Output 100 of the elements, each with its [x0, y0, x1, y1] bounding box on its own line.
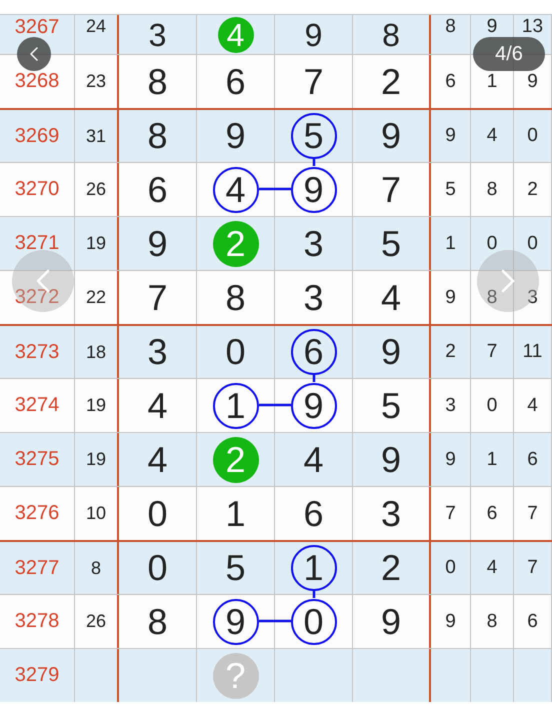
digit: 9	[380, 438, 402, 482]
highlighted-digit: 2	[212, 436, 258, 482]
highlighted-digit: 2	[212, 220, 258, 266]
digit: 7	[147, 276, 168, 320]
stat-value: 9	[486, 16, 498, 38]
sum-value: 23	[86, 71, 106, 92]
connector-line	[312, 158, 316, 166]
stat-value: 8	[486, 178, 498, 200]
issue-number: 3269	[14, 124, 60, 148]
sum-value: 24	[86, 16, 106, 37]
stat-value: 2	[445, 341, 456, 363]
digit: 4	[147, 384, 168, 428]
sum-value: 22	[86, 287, 106, 308]
issue-number: 3279	[14, 664, 60, 687]
stat-value: 11	[522, 341, 542, 363]
stat-value: 9	[445, 286, 456, 308]
stat-value: 4	[486, 557, 498, 579]
issue-number: 3276	[14, 502, 60, 525]
stat-value: 6	[527, 610, 538, 632]
stat-value: 9	[445, 448, 456, 470]
digit: 0	[147, 492, 168, 536]
stat-value: 0	[527, 232, 538, 254]
stat-value: 0	[486, 394, 498, 416]
page-indicator: 4/6	[473, 37, 545, 71]
stat-value: 8	[486, 286, 498, 308]
digit: 5	[380, 222, 402, 266]
circled-digit: 0	[290, 598, 336, 644]
connector-line	[259, 188, 291, 190]
digit: 4	[303, 438, 324, 482]
stat-value: 7	[445, 502, 456, 524]
stat-value: 9	[445, 125, 456, 147]
stat-value: 1	[486, 70, 498, 92]
digit: 8	[147, 60, 168, 104]
connector-line	[312, 590, 316, 598]
digit: 0	[147, 546, 168, 590]
digit: 8	[382, 16, 400, 52]
issue-number: 3268	[14, 70, 60, 93]
digit: 0	[225, 330, 246, 374]
stat-value: 5	[445, 178, 456, 200]
stat-value: 7	[527, 502, 538, 524]
sum-value: 19	[86, 395, 106, 416]
issue-number: 3267	[14, 16, 60, 39]
digit: 8	[147, 600, 168, 644]
digit: 7	[303, 60, 324, 104]
issue-number: 3270	[14, 178, 60, 201]
stat-value: 6	[486, 502, 498, 524]
digit: 9	[380, 330, 402, 374]
digit: 9	[380, 114, 402, 158]
stat-value: 6	[445, 70, 456, 92]
circled-digit: 9	[290, 166, 336, 212]
digit: 9	[225, 114, 246, 158]
digit: 5	[380, 384, 402, 428]
stat-value: 9	[445, 610, 456, 632]
digit: 2	[380, 546, 402, 590]
issue-number: 3271	[14, 232, 60, 255]
stat-value: 7	[486, 341, 498, 363]
sum-value: 19	[86, 233, 106, 254]
stat-value: 7	[527, 557, 538, 579]
digit: 7	[380, 168, 402, 212]
digit: 3	[380, 492, 402, 536]
digit: 5	[225, 546, 246, 590]
digit: 8	[225, 276, 246, 320]
sum-value: 10	[86, 503, 106, 524]
stat-value: 0	[445, 557, 456, 579]
stat-value: 3	[527, 286, 538, 308]
sum-value: 19	[86, 449, 106, 470]
digit: 9	[304, 16, 322, 52]
issue-number: 3275	[14, 448, 60, 471]
digit: 3	[303, 222, 324, 266]
digit: 6	[147, 168, 168, 212]
issue-number: 3273	[14, 340, 60, 364]
circled-digit: 1	[212, 382, 258, 428]
sum-value: 26	[86, 611, 106, 632]
digit: 1	[225, 492, 246, 536]
stat-value: 0	[527, 125, 538, 147]
digit: 2	[380, 60, 402, 104]
circled-digit: 1	[290, 545, 336, 591]
issue-number: 3278	[14, 610, 60, 633]
issue-number: 3272	[14, 286, 60, 309]
stat-value: 8	[445, 16, 456, 38]
stat-value: 4	[527, 394, 538, 416]
circled-digit: 6	[290, 329, 336, 375]
sum-value: 8	[90, 558, 101, 578]
stat-value: 1	[486, 448, 498, 470]
connector-line	[312, 374, 316, 382]
connector-line	[259, 620, 291, 622]
digit: 6	[303, 492, 324, 536]
stat-value: 4	[486, 125, 498, 147]
stat-value: 8	[486, 610, 498, 632]
connector-line	[259, 404, 291, 406]
stat-value: 13	[522, 16, 544, 38]
circled-digit: 9	[290, 382, 336, 428]
stat-value: 2	[527, 178, 538, 200]
digit: 4	[147, 438, 168, 482]
highlighted-digit: 4	[218, 16, 254, 52]
stat-value: 0	[486, 232, 498, 254]
sum-value: 26	[86, 179, 106, 200]
sum-value: 18	[86, 342, 106, 362]
issue-number: 3277	[14, 556, 60, 580]
sum-value: 31	[86, 126, 106, 146]
